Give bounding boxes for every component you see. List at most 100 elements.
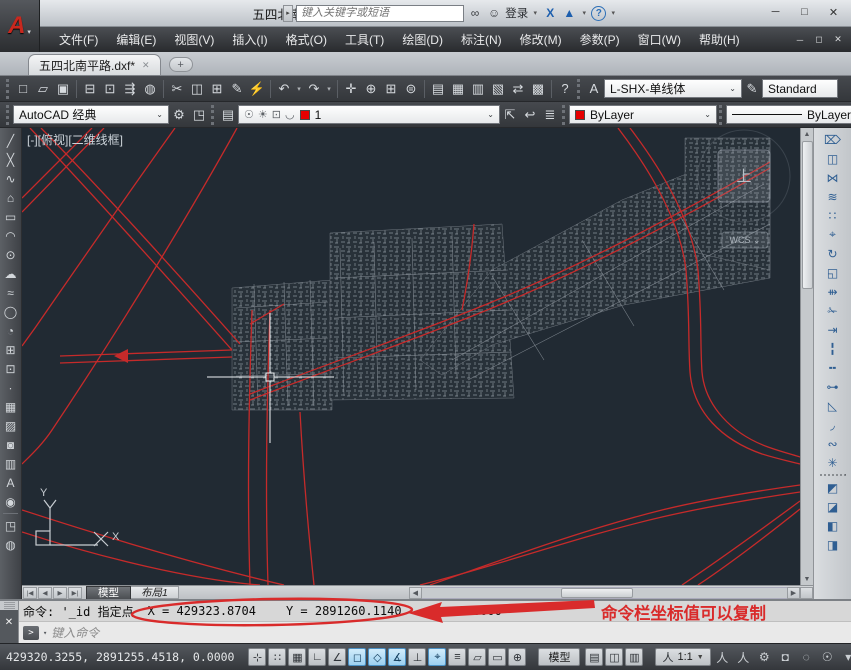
line-icon[interactable]: ╱ [1,131,20,150]
arc-icon[interactable]: ◠ [1,226,20,245]
rectangle-icon[interactable]: ▭ [1,207,20,226]
fillet-icon[interactable]: ◞ [823,415,843,434]
mtext-icon[interactable]: A [1,473,20,492]
viewports-icon[interactable]: ◳ [1,516,20,535]
create-block-icon[interactable]: ⊡ [1,359,20,378]
undo-icon[interactable]: ↶ [275,79,294,99]
scroll-right-icon[interactable]: ▶ [787,586,800,599]
grid-display-toggle[interactable]: ▦ [288,648,307,666]
command-coord-y[interactable]: Y = 2891260.1140 [286,604,402,618]
workspace-dock-grip[interactable] [6,104,9,125]
redo-icon[interactable]: ↷ [305,79,324,99]
application-menu-button[interactable]: A ▾ [0,0,40,52]
annotation-visibility-icon[interactable]: 人 [713,648,732,666]
designcenter-icon[interactable]: ▦ [449,79,468,99]
text-style-combo[interactable]: L-SHX-单线体 ⌄ [604,79,742,98]
workspace-settings-icon[interactable]: ⚙ [170,105,189,125]
quickcalc-icon[interactable]: ▩ [529,79,548,99]
command-window-titlebar[interactable]: ✕ [0,601,19,643]
object-snap-toggle[interactable]: ◻ [348,648,367,666]
exchange-apps-icon[interactable]: ▲ [561,4,577,22]
paste-icon[interactable]: ⊞ [208,79,227,99]
hatch-icon[interactable]: ▦ [1,397,20,416]
object-snap-3d-toggle[interactable]: ◇ [368,648,387,666]
annotation-scale-button[interactable]: 人 1:1 ▼ [655,648,711,666]
scroll-up-icon[interactable]: ▲ [802,128,813,140]
horizontal-scroll-thumb[interactable] [560,587,633,598]
trim-icon[interactable]: ✁ [823,301,843,320]
close-button[interactable]: ✕ [820,2,847,22]
menu-dimension[interactable]: 标注(N) [452,27,511,52]
undo-dropdown-icon[interactable]: ▾ [295,79,304,99]
new-tab-button[interactable]: + [168,57,193,72]
tool-palettes-icon[interactable]: ▥ [469,79,488,99]
command-options-caret-icon[interactable]: ▾ [43,629,47,637]
markup-set-manager-icon[interactable]: ⇄ [509,79,528,99]
block-editor-icon[interactable]: ⚡ [248,79,267,99]
array-icon[interactable]: ∷ [823,206,843,225]
menu-draw[interactable]: 绘图(D) [393,27,452,52]
polar-tracking-toggle[interactable]: ∠ [328,648,347,666]
vertical-scrollbar[interactable]: ▲ ▼ [800,128,813,585]
ellipse-arc-icon[interactable]: ◔ [1,321,20,340]
styles-toolbar-dock-grip[interactable] [577,78,580,99]
rotate-icon[interactable]: ↻ [823,244,843,263]
command-window-close-icon[interactable]: ✕ [5,617,13,628]
workspace-combo[interactable]: AutoCAD 经典 ⌄ [13,105,169,124]
help-dropdown-icon[interactable]: ▾ [609,4,617,22]
toolbar-dock-grip[interactable] [6,78,9,99]
navigation-sphere-icon[interactable]: ◍ [1,535,20,554]
layer-on-bulb-icon[interactable]: ☉ [244,108,254,121]
layer-dock-grip[interactable] [211,104,214,125]
command-window[interactable]: ✕ 命令: '_id 指定点 X = 429323.8704 Y = 28912… [0,599,851,643]
layer-plot-icon[interactable]: ⊡ [272,108,281,121]
ellipse-icon[interactable]: ◯ [1,302,20,321]
copy-clip-icon[interactable]: ◫ [188,79,207,99]
dynamic-input-toggle[interactable]: ⌖ [428,648,447,666]
combo-caret-icon[interactable]: ⌄ [729,84,736,93]
wcs-menu[interactable]: WCS ⌄ [729,235,760,245]
command-coord-x[interactable]: X = 429323.8704 [148,604,256,618]
snap-mode-toggle[interactable]: ∷ [268,648,287,666]
exchange-dropdown-icon[interactable]: ▾ [580,4,588,22]
plot-preview-icon[interactable]: ⊡ [101,79,120,99]
scroll-down-icon[interactable]: ▼ [802,573,813,585]
menu-view[interactable]: 视图(V) [165,27,223,52]
add-selected-icon[interactable]: ◉ [1,492,20,511]
model-space-button[interactable]: 模型 [538,648,581,666]
maximize-button[interactable]: □ [791,2,818,22]
menu-file[interactable]: 文件(F) [50,27,107,52]
vertical-scroll-thumb[interactable] [801,141,813,289]
combo-caret-icon[interactable]: ⌄ [487,110,494,119]
erase-icon[interactable]: ⌦ [823,130,843,149]
menu-format[interactable]: 格式(O) [277,27,336,52]
menu-modify[interactable]: 修改(M) [511,27,571,52]
blend-curves-icon[interactable]: ∾ [823,434,843,453]
combo-caret-icon[interactable]: ⌄ [704,110,711,119]
menu-parametric[interactable]: 参数(P) [571,27,629,52]
quick-properties-toggle[interactable]: ▭ [488,648,507,666]
drawing-canvas[interactable]: [-][俯视][二维线框] 上 WCS ⌄ Y X [22,128,800,585]
search-history-button[interactable]: ▸ [283,4,293,22]
annotation-scale-caret-icon[interactable]: ▼ [697,654,704,661]
layer-freeze-sun-icon[interactable]: ☀ [258,108,268,121]
layer-combo[interactable]: ☉ ☀ ⊡ ◡ 1 ⌄ [238,105,500,124]
stretch-icon[interactable]: ⇻ [823,282,843,301]
zoom-previous-icon[interactable]: ⊜ [402,79,421,99]
viewcube-top-face[interactable]: 上 [736,168,751,185]
revision-cloud-icon[interactable]: ☁ [1,264,20,283]
scale-icon[interactable]: ◱ [823,263,843,282]
last-tab-button[interactable]: ▶| [68,586,82,599]
doc-minimize-button[interactable]: ─ [791,32,809,48]
signin-label[interactable]: 登录 [505,5,528,21]
help-icon[interactable]: ? [591,5,607,21]
command-input[interactable]: 键入命令 [51,624,99,641]
command-input-line[interactable]: > ▾ 键入命令 [19,621,851,643]
menu-edit[interactable]: 编辑(E) [107,27,165,52]
zoom-window-icon[interactable]: ⊞ [382,79,401,99]
hardware-accel-bulb-icon[interactable]: ☉ [818,648,837,666]
make-object-layer-current-icon[interactable]: ⇱ [501,105,520,125]
extend-icon[interactable]: ⇥ [823,320,843,339]
spline-icon[interactable]: ≈ [1,283,20,302]
mirror-icon[interactable]: ⋈ [823,168,843,187]
